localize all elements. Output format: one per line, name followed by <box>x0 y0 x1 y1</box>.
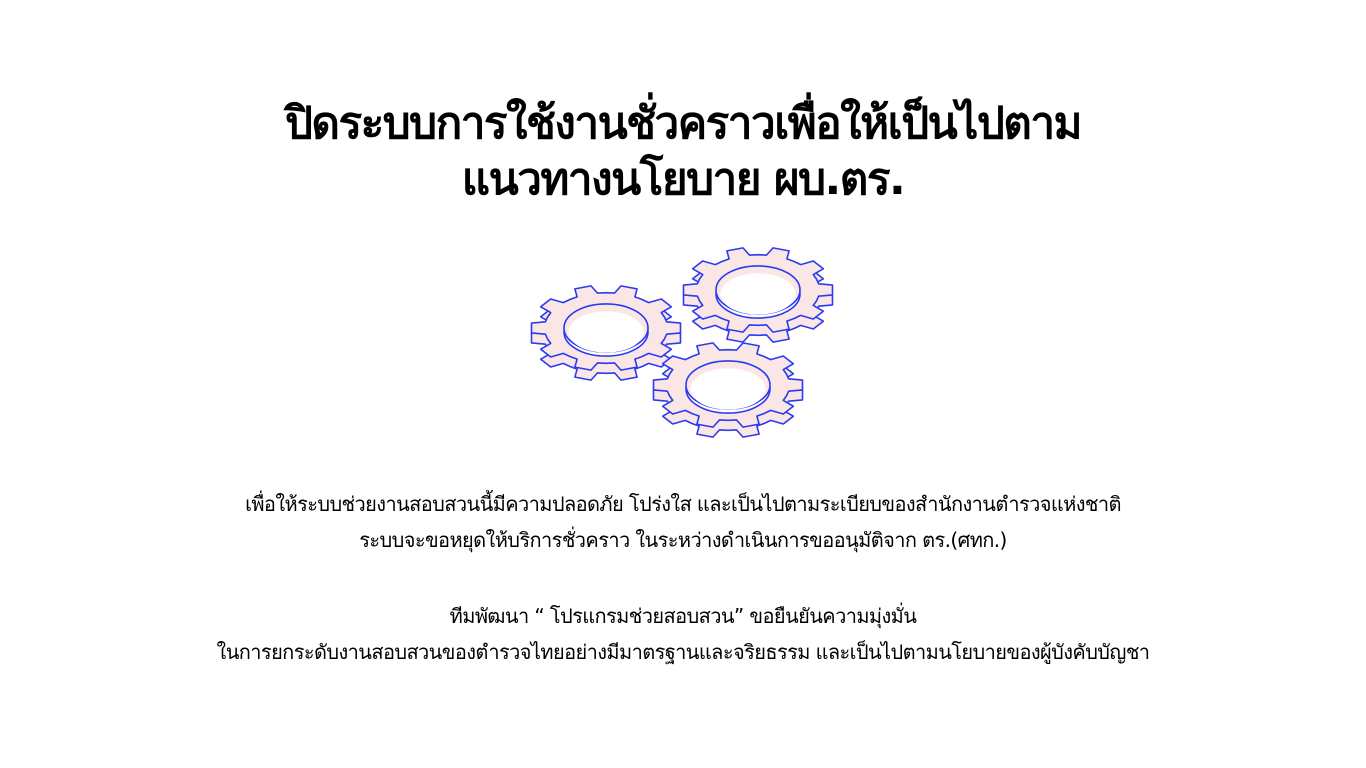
page-title: ปิดระบบการใช้งานชั่วคราวเพื่อให้เป็นไปตา… <box>0 96 1366 208</box>
gear-3 <box>652 342 804 438</box>
gear-2 <box>530 285 682 381</box>
gear-3-hole-inner <box>690 368 766 410</box>
gear-1 <box>682 247 834 343</box>
message-line-2: ระบบจะขอหยุดให้บริการชั่วคราว ในระหว่างด… <box>359 528 1007 552</box>
maintenance-message: เพื่อให้ระบบช่วยงานสอบสวนนี้มีความปลอดภั… <box>0 486 1366 670</box>
page-title-line-2: แนวทางนโยบาย ผบ.ตร. <box>461 154 906 205</box>
gear-2-hole-inner <box>568 311 644 353</box>
message-line-4: ในการยกระดับงานสอบสวนของตำรวจไทยอย่างมีม… <box>216 640 1150 664</box>
gears-icon <box>530 247 834 438</box>
message-line-1: เพื่อให้ระบบช่วยงานสอบสวนนี้มีความปลอดภั… <box>245 492 1121 516</box>
gear-1-hole-inner <box>720 273 796 315</box>
page-title-line-1: ปิดระบบการใช้งานชั่วคราวเพื่อให้เป็นไปตา… <box>284 98 1083 149</box>
maintenance-page: ปิดระบบการใช้งานชั่วคราวเพื่อให้เป็นไปตา… <box>0 0 1366 768</box>
message-line-3: ทีมพัฒนา “ โปรแกรมช่วยสอบสวน” ขอยืนยันคว… <box>449 604 917 628</box>
